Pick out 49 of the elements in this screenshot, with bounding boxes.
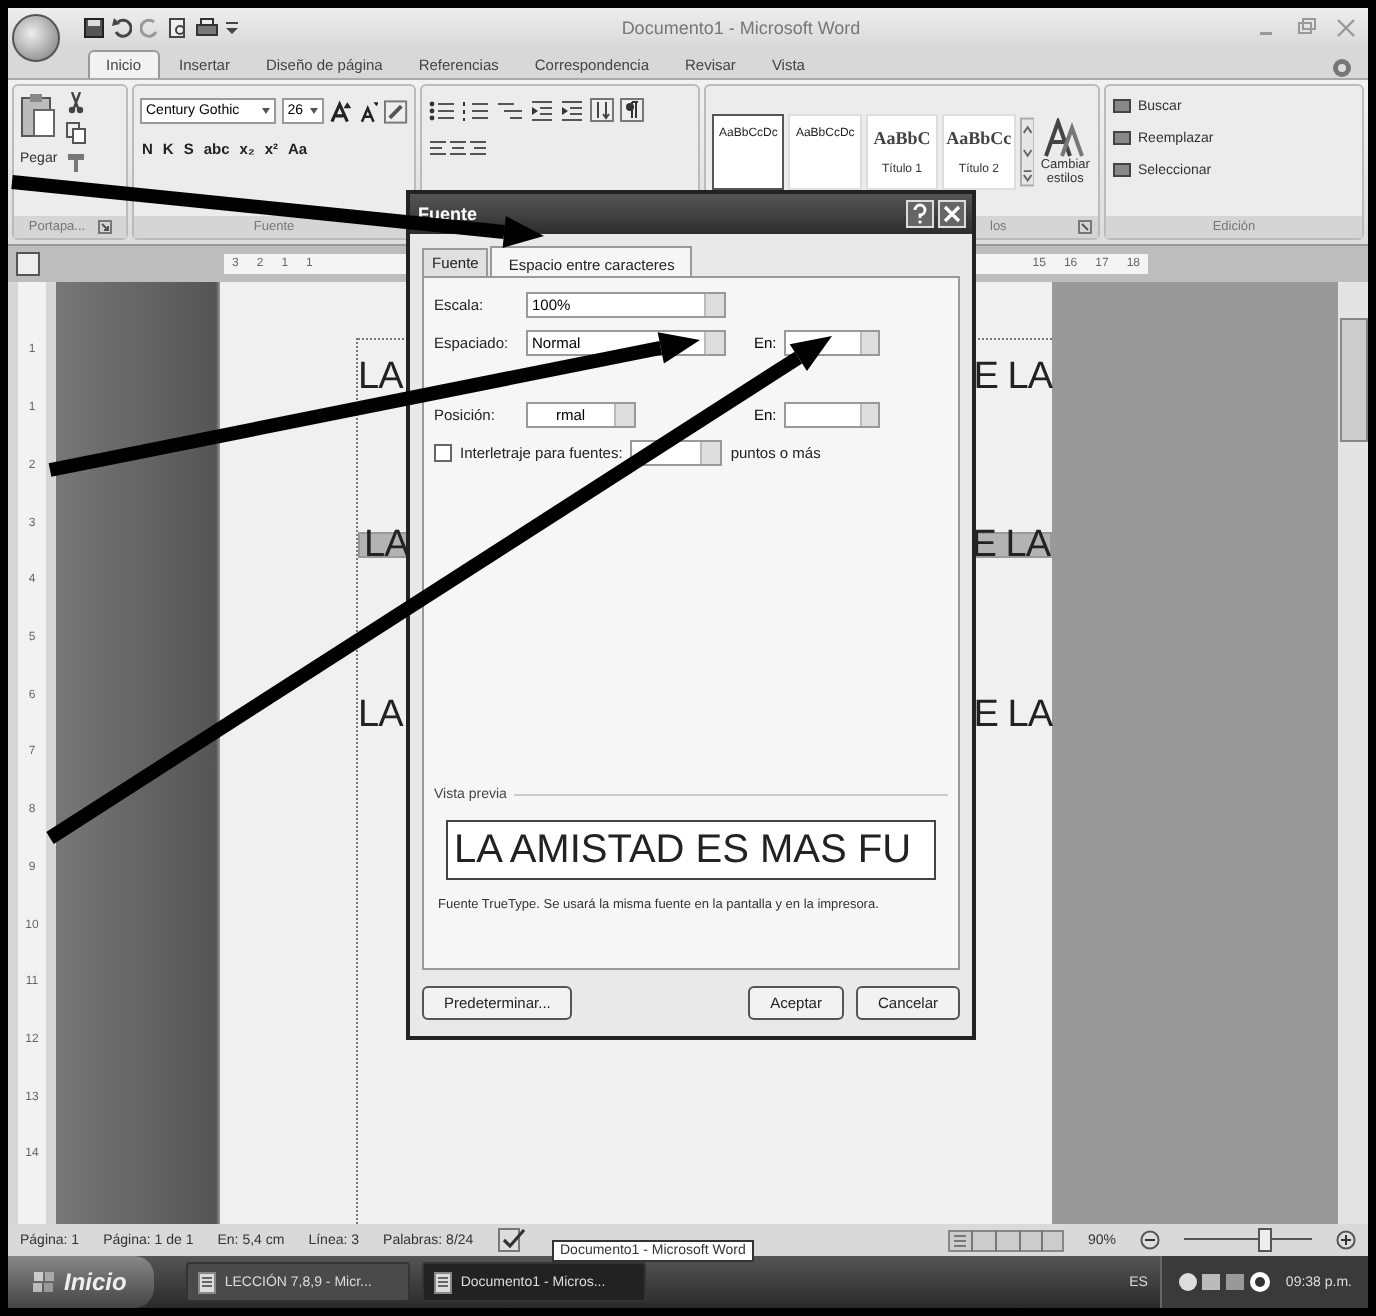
shrink-font-icon[interactable] [359, 99, 379, 123]
tab-selector[interactable] [16, 252, 40, 276]
paste-icon[interactable] [20, 92, 57, 140]
document-icon [198, 1271, 217, 1293]
format-painter-icon[interactable] [65, 152, 86, 172]
document-text: E LA [973, 695, 1052, 733]
start-button[interactable]: Inicio [8, 1256, 155, 1308]
tray-icons[interactable] [1177, 1270, 1274, 1294]
checkbox[interactable] [434, 443, 452, 461]
zoom-out-icon[interactable] [1140, 1230, 1160, 1250]
document-text: LA [358, 357, 403, 395]
view-buttons-icon[interactable] [947, 1229, 1064, 1251]
save-icon[interactable] [84, 18, 104, 38]
clear-format-icon[interactable] [384, 99, 408, 123]
grow-font-icon[interactable] [330, 99, 354, 123]
document-text: LA [358, 695, 403, 733]
help-icon[interactable] [906, 200, 934, 228]
document-icon [434, 1271, 453, 1293]
style-sample: AaBbCc [946, 127, 1012, 147]
multilevel-list-icon[interactable] [496, 99, 524, 121]
zoom-thumb[interactable] [1257, 1228, 1272, 1252]
copy-icon[interactable] [65, 122, 86, 144]
sort-icon[interactable] [590, 98, 614, 122]
letters-icon [1043, 117, 1088, 157]
dropdown-icon[interactable] [226, 20, 238, 36]
bullets-icon[interactable] [428, 99, 456, 121]
scissors-icon[interactable] [65, 92, 86, 114]
document-text: LA [364, 526, 409, 564]
increase-indent-icon[interactable] [560, 99, 584, 121]
print-icon[interactable] [196, 18, 218, 38]
print-preview-icon[interactable] [168, 18, 188, 38]
zoom-in-icon[interactable] [1336, 1230, 1356, 1250]
help-icon[interactable] [1332, 58, 1352, 78]
spin-field[interactable] [784, 401, 881, 427]
scrollbar[interactable] [1336, 282, 1368, 1224]
launcher-icon[interactable] [97, 220, 112, 234]
proofing-icon[interactable] [497, 1228, 526, 1252]
windows-logo-icon [32, 1271, 56, 1293]
numbering-icon[interactable] [462, 99, 490, 121]
launcher-icon[interactable] [1078, 220, 1093, 234]
gallery-scroll-icon[interactable] [1019, 115, 1035, 187]
window-title: Documento1 - Microsoft Word [619, 18, 863, 38]
document-text: E LA [973, 357, 1052, 395]
pilcrow-icon[interactable] [620, 98, 644, 122]
undo-icon[interactable] [112, 18, 132, 38]
decrease-indent-icon[interactable] [530, 99, 554, 121]
style-sample: AaBbC [873, 127, 931, 147]
office-button[interactable] [12, 14, 60, 62]
preview-text: LA AMISTAD ES MAS FU [454, 827, 912, 873]
